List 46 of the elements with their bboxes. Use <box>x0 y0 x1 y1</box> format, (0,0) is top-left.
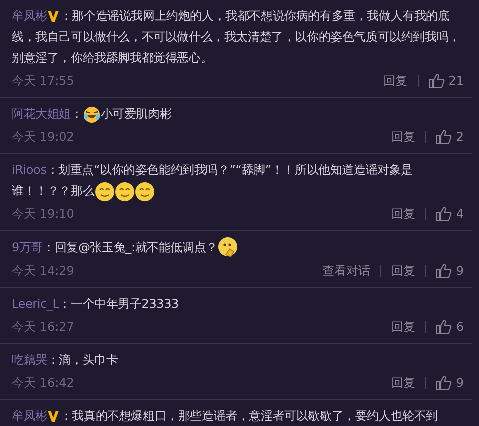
reply-link[interactable]: 回复 <box>391 373 416 393</box>
timestamp: 今天 17:55 <box>12 73 74 90</box>
reply-link[interactable]: 回复 <box>384 71 408 91</box>
thumbs-up-icon <box>436 319 452 335</box>
comment-text: Leeric_L：一个中年男子23333 <box>12 296 180 313</box>
timestamp: 今天 19:02 <box>12 129 74 146</box>
comment-text: iRioos：划重点“以你的姿色能约到我吗？”“舔脚”！！所以他知道造谣对象是谁！！？？那么 <box>12 160 464 202</box>
like-count: 21 <box>448 73 464 90</box>
username[interactable]: 吃藕哭 <box>12 353 48 367</box>
reply-link[interactable]: 回复 <box>391 317 416 337</box>
laughing-face-icon <box>82 106 101 124</box>
timestamp: 今天 19:10 <box>12 206 74 223</box>
verified-icon <box>47 410 60 424</box>
comment-text: 9万哥：回复@张玉兔_:就不能低调点？ <box>12 237 464 259</box>
timestamp: 今天 16:42 <box>12 375 74 392</box>
comment-text: 吃藕哭：滴，头巾卡 <box>12 352 120 369</box>
username[interactable]: iRioos <box>12 163 47 177</box>
username[interactable]: 牟凤彬 <box>12 409 48 423</box>
username[interactable]: 阿花大姐姐 <box>12 107 72 121</box>
reply-link[interactable]: 回复 <box>391 261 416 281</box>
reply-link[interactable]: 回复 <box>391 127 416 147</box>
comment-text: 阿花大姐姐： 小可爱肌肉彬 <box>12 104 464 125</box>
smiling-face-icon <box>134 182 155 202</box>
username[interactable]: 牟凤彬 <box>12 9 48 23</box>
thinking-face-icon <box>218 237 238 259</box>
thumbs-up-icon <box>428 73 445 89</box>
timestamp: 今天 14:29 <box>12 263 74 280</box>
smiling-face-icon <box>114 182 135 202</box>
thumbs-up-icon <box>436 375 452 391</box>
thumbs-up-icon <box>436 129 452 145</box>
like-count: 4 <box>456 206 464 223</box>
comment-text: 牟凤彬 ：那个造谣说我网上约炮的人，我都不想说你病的有多重，我做人有我的底线，我自己可以做什么，不可以做什么，我太清楚了，以你的姿色气质可以约到我吗，别意淫了，你给我舔脚我都觉得恶心。 <box>12 8 462 67</box>
like-count: 9 <box>456 375 464 392</box>
reply-link[interactable]: 查看对话 <box>322 261 370 281</box>
reply-link[interactable]: 回复 <box>391 204 416 224</box>
timestamp: 今天 16:27 <box>12 319 74 336</box>
comment-text: 牟凤彬 ：我真的不想爆粗口，那些造谣者，意淫者可以歇歇了，要约人也轮不到 <box>12 408 440 426</box>
verified-icon <box>47 10 60 24</box>
thumbs-up-icon <box>436 263 452 279</box>
thumbs-up-icon <box>436 206 452 222</box>
like-count: 2 <box>456 129 464 146</box>
username[interactable]: 9万哥 <box>12 240 44 254</box>
like-count: 9 <box>456 263 464 280</box>
smiling-face-icon <box>94 182 115 202</box>
like-count: 6 <box>456 319 464 336</box>
username[interactable]: Leeric_L <box>12 297 60 311</box>
